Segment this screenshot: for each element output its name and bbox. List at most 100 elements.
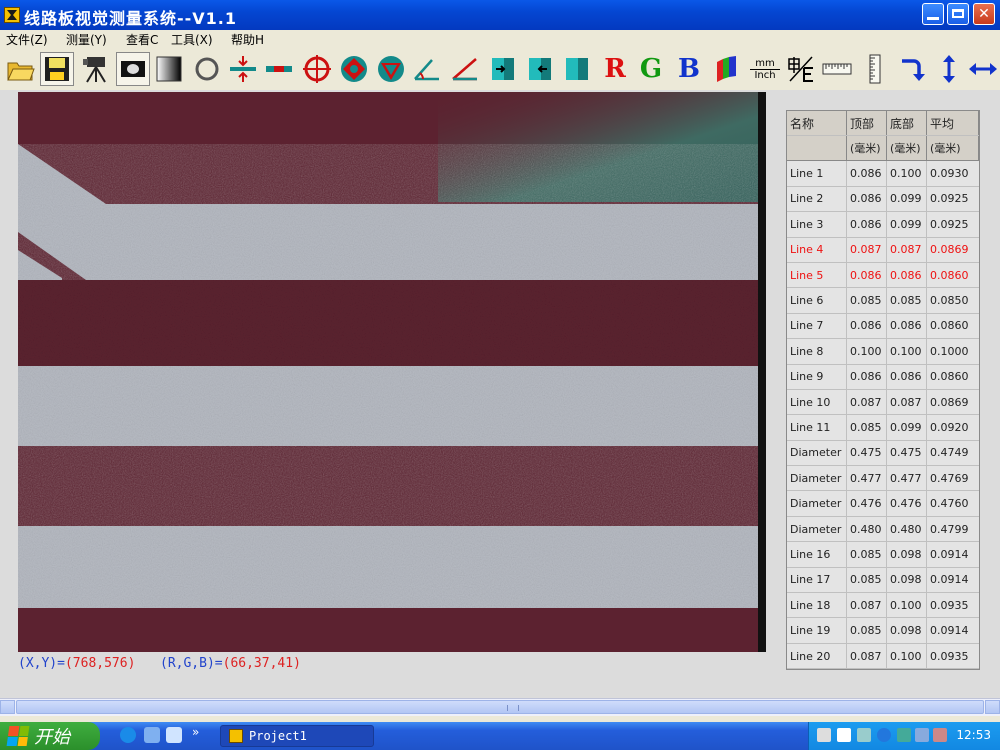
horizontal-measure-button[interactable] bbox=[262, 52, 296, 86]
internet-explorer-icon[interactable] bbox=[120, 727, 136, 743]
tray-collapse-icon[interactable] bbox=[877, 728, 891, 742]
measurement-table[interactable]: 名称 顶部 底部 平均 (毫米) (毫米) (毫米) Line 1 0.086 0.… bbox=[786, 110, 980, 671]
table-row[interactable]: Line 8 0.100 0.100 0.1000 bbox=[787, 339, 979, 365]
edge-right-button[interactable] bbox=[523, 52, 557, 86]
cell-avg: 0.0935 bbox=[930, 598, 969, 612]
header-name[interactable]: 名称 bbox=[787, 111, 847, 135]
table-row[interactable]: Line 3 0.086 0.099 0.0925 bbox=[787, 212, 979, 238]
language-button[interactable] bbox=[784, 52, 818, 86]
rotate-button[interactable] bbox=[894, 52, 928, 86]
circle-button[interactable] bbox=[190, 52, 224, 86]
security-icon[interactable] bbox=[933, 728, 947, 742]
triangle-circle-icon bbox=[378, 56, 404, 82]
table-row[interactable]: Line 11 0.085 0.099 0.0920 bbox=[787, 415, 979, 441]
clock: 12:53 bbox=[956, 728, 991, 742]
table-row[interactable]: Line 5 0.086 0.086 0.0860 bbox=[787, 262, 979, 289]
slope-angle-button[interactable] bbox=[448, 52, 482, 86]
table-row[interactable]: Line 4 0.087 0.087 0.0869 bbox=[787, 237, 979, 263]
horizontal-flip-button[interactable] bbox=[966, 52, 1000, 86]
cell-name: Line 8 bbox=[787, 339, 847, 364]
cell-top: 0.085 bbox=[847, 618, 887, 643]
table-units-row: (毫米) (毫米) (毫米) bbox=[787, 136, 979, 162]
volume-icon[interactable] bbox=[915, 728, 929, 742]
title-bar[interactable]: 线路板视觉测量系统--V1.1 ✕ bbox=[0, 0, 1000, 30]
horizontal-scrollbar[interactable] bbox=[0, 698, 1000, 716]
menu-help[interactable]: 帮助H bbox=[231, 31, 264, 48]
help-icon[interactable] bbox=[837, 728, 851, 742]
app-icon[interactable] bbox=[4, 7, 20, 23]
vertical-flip-button[interactable] bbox=[932, 52, 966, 86]
horizontal-ruler-button[interactable] bbox=[820, 52, 854, 86]
edge-both-button[interactable] bbox=[560, 52, 594, 86]
menu-measure[interactable]: 测量(Y) bbox=[66, 31, 107, 48]
system-tray: 12:53 bbox=[808, 722, 1000, 750]
table-row[interactable]: Line 17 0.085 0.098 0.0914 bbox=[787, 567, 979, 594]
xy-value: (768,576) bbox=[64, 656, 136, 671]
header-bottom[interactable]: 底部 bbox=[887, 111, 927, 135]
scroll-left-button[interactable] bbox=[0, 700, 15, 714]
menu-view[interactable]: 查看C bbox=[126, 31, 158, 48]
table-row[interactable]: Line 16 0.085 0.098 0.0914 bbox=[787, 542, 979, 568]
camera-button[interactable] bbox=[78, 52, 112, 86]
unit-name bbox=[787, 136, 847, 161]
menu-tools[interactable]: 工具(X) bbox=[171, 31, 213, 48]
close-button[interactable]: ✕ bbox=[973, 3, 995, 25]
cell-top: 0.480 bbox=[847, 516, 887, 542]
table-row[interactable]: Line 7 0.086 0.086 0.0860 bbox=[787, 313, 979, 340]
table-row[interactable]: Diameter 150.4800.4800.4799 bbox=[787, 516, 979, 543]
contrast-button[interactable] bbox=[152, 52, 186, 86]
horizontal-ruler-icon bbox=[822, 63, 852, 75]
table-row[interactable]: Line 20 0.087 0.100 0.0935 bbox=[787, 643, 979, 670]
rgb-readout: (R,G,B)=(66,37,41) bbox=[160, 656, 301, 671]
table-row[interactable]: Line 10 0.087 0.087 0.0869 bbox=[787, 389, 979, 416]
table-row[interactable]: Line 1 0.086 0.100 0.0930 bbox=[787, 161, 979, 187]
vertical-measure-button[interactable] bbox=[226, 52, 260, 86]
table-row[interactable]: Line 18 0.087 0.100 0.0935 bbox=[787, 593, 979, 619]
table-row[interactable]: Line 6 0.085 0.085 0.0850 bbox=[787, 288, 979, 314]
table-row[interactable]: Line 19 0.085 0.098 0.0914 bbox=[787, 618, 979, 644]
table-row[interactable]: Diameter 120.4750.4750.4749 bbox=[787, 440, 979, 467]
rgb-bars-icon bbox=[717, 56, 736, 82]
unit-top: (毫米) bbox=[847, 136, 887, 161]
edge-left-button[interactable] bbox=[486, 52, 520, 86]
open-button[interactable] bbox=[4, 52, 38, 86]
diamond-circle-button[interactable] bbox=[337, 52, 371, 86]
maximize-button[interactable] bbox=[947, 3, 969, 25]
table-row[interactable]: Diameter 130.4770.4770.4769 bbox=[787, 466, 979, 492]
blue-channel-button[interactable]: B bbox=[672, 52, 706, 86]
crosshair-button[interactable] bbox=[300, 52, 334, 86]
table-row[interactable]: Diameter 140.4760.4760.4760 bbox=[787, 491, 979, 517]
green-channel-button[interactable]: G bbox=[634, 52, 668, 86]
red-channel-button[interactable]: R bbox=[598, 52, 632, 86]
header-top[interactable]: 顶部 bbox=[847, 111, 887, 135]
show-desktop-icon[interactable] bbox=[144, 727, 160, 743]
taskbar-project1[interactable]: Project1 bbox=[220, 725, 374, 747]
media-player-icon[interactable] bbox=[166, 727, 182, 743]
scroll-thumb[interactable] bbox=[16, 700, 984, 714]
start-button[interactable]: 开始 bbox=[0, 722, 100, 750]
cell-top: 0.086 bbox=[847, 364, 887, 389]
table-row[interactable]: Line 2 0.086 0.099 0.0925 bbox=[787, 186, 979, 213]
vertical-ruler-button[interactable] bbox=[858, 52, 892, 86]
cell-bottom: 0.087 bbox=[887, 237, 927, 262]
table-row[interactable]: Line 9 0.086 0.086 0.0860 bbox=[787, 364, 979, 390]
save-icon bbox=[45, 57, 69, 81]
triangle-circle-button[interactable] bbox=[374, 52, 408, 86]
scroll-right-button[interactable] bbox=[985, 700, 1000, 714]
capture-button[interactable] bbox=[116, 52, 150, 86]
angle-button[interactable] bbox=[410, 52, 444, 86]
rgb-button[interactable] bbox=[710, 52, 744, 86]
header-average[interactable]: 平均 bbox=[927, 111, 979, 135]
camera-image-view[interactable] bbox=[18, 92, 766, 652]
minimize-button[interactable] bbox=[922, 3, 944, 25]
horizontal-arrows-icon bbox=[969, 63, 997, 75]
cell-avg: 0.0850 bbox=[930, 294, 969, 308]
network-icon[interactable] bbox=[897, 728, 911, 742]
menu-file[interactable]: 文件(Z) bbox=[6, 31, 48, 48]
save-button[interactable] bbox=[40, 52, 74, 86]
tray-settings-icon[interactable] bbox=[857, 728, 871, 742]
keyboard-icon[interactable] bbox=[817, 728, 831, 742]
unit-toggle-button[interactable]: mm Inch bbox=[748, 52, 782, 86]
unit-inch-label: Inch bbox=[754, 69, 776, 81]
quicklaunch-chevron[interactable]: » bbox=[192, 725, 199, 739]
